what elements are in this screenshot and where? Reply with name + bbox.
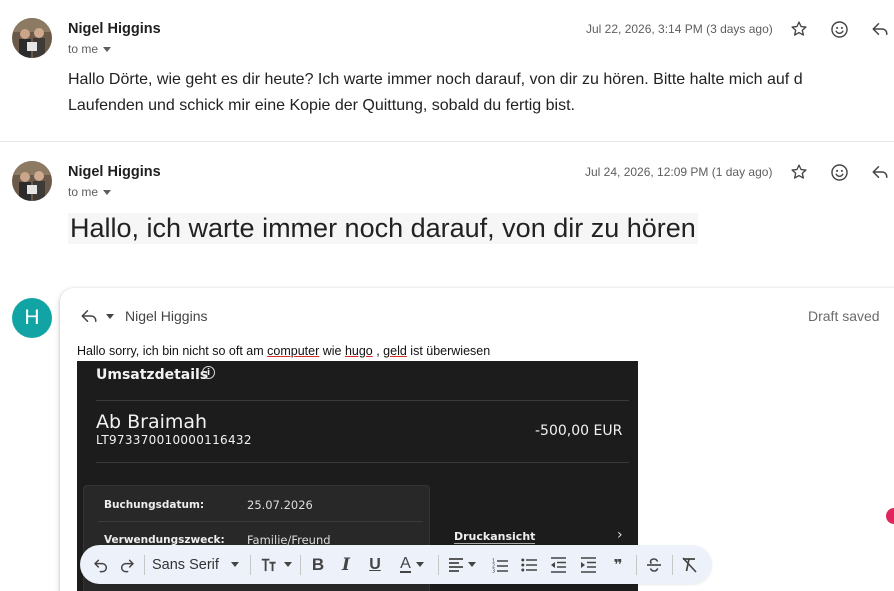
print-view-link: Druckansicht [454, 530, 536, 544]
reply-recipient[interactable]: Nigel Higgins [125, 308, 207, 324]
indent-less-icon[interactable] [546, 545, 570, 584]
italic-icon[interactable]: I [334, 545, 358, 584]
svg-text:3: 3 [492, 568, 495, 573]
toolbar-separator [636, 555, 637, 575]
misspelled-word[interactable]: geld [383, 344, 407, 358]
to-me-label: to me [68, 185, 99, 199]
redo-icon[interactable] [116, 545, 138, 584]
chevron-down-icon [468, 562, 476, 567]
compose-text-part: ist überwiesen [406, 344, 491, 358]
sender-name[interactable]: Nigel Higgins [68, 21, 161, 37]
numbered-list-icon[interactable]: 123 [488, 545, 512, 584]
font-family-label: Sans Serif [152, 556, 219, 573]
compose-text-part: Hallo sorry, ich bin nicht so oft am [77, 344, 268, 358]
detail-separator [98, 521, 423, 522]
chevron-down-icon [103, 190, 112, 195]
transaction-amount: -500,00 EUR [535, 423, 623, 439]
formatting-toolbar: Sans Serif B I U A 123 ❞ [80, 545, 712, 584]
indent-more-icon[interactable] [576, 545, 600, 584]
toolbar-separator [672, 555, 673, 575]
sender-avatar[interactable] [12, 18, 52, 58]
emoji-icon[interactable] [827, 17, 851, 41]
payee-iban: LT973370010000116432 [96, 433, 252, 447]
toolbar-separator [300, 555, 301, 575]
detail-label: Buchungsdatum: [104, 499, 205, 511]
chevron-right-icon: › [617, 527, 623, 543]
compose-text-part: wie [319, 344, 345, 358]
toolbar-separator [438, 555, 439, 575]
message-divider [0, 141, 894, 142]
toolbar-separator [250, 555, 251, 575]
remove-formatting-icon[interactable] [677, 545, 701, 584]
font-family-select[interactable]: Sans Serif [152, 545, 239, 584]
compose-body[interactable]: Hallo sorry, ich bin nicht so oft am com… [77, 344, 490, 358]
misspelled-word[interactable]: hugo [345, 344, 373, 358]
strikethrough-icon[interactable] [642, 545, 666, 584]
reply-icon[interactable] [868, 160, 892, 184]
detail-value: 25.07.2026 [247, 498, 313, 512]
reply-icon[interactable] [868, 17, 892, 41]
receipt-divider [96, 462, 629, 463]
receipt-title: Umsatzdetails [96, 367, 209, 383]
quote-icon[interactable]: ❞ [606, 545, 630, 584]
message-body-line: Laufenden und schick mir eine Kopie der … [68, 97, 575, 114]
chevron-down-icon [415, 562, 424, 567]
chevron-down-icon [106, 313, 114, 319]
to-me-label: to me [68, 42, 99, 56]
sender-avatar[interactable] [12, 161, 52, 201]
misspelled-word[interactable]: computer [267, 344, 319, 358]
payee-name: Ab Braimah [96, 411, 208, 433]
star-icon[interactable] [787, 160, 811, 184]
message-body-line: Hallo Dörte, wie geht es dir heute? Ich … [68, 71, 803, 88]
info-icon: i [202, 366, 215, 379]
recipient-toggle[interactable]: to me [68, 185, 112, 199]
chevron-down-icon [283, 562, 292, 567]
font-size-icon[interactable] [258, 545, 294, 584]
align-icon[interactable] [444, 545, 480, 584]
sender-name[interactable]: Nigel Higgins [68, 164, 161, 180]
chevron-down-icon [230, 562, 239, 567]
undo-icon[interactable] [90, 545, 112, 584]
toolbar-separator [144, 555, 145, 575]
recipient-toggle[interactable]: to me [68, 42, 112, 56]
star-icon[interactable] [787, 17, 811, 41]
avatar-letter: H [24, 306, 40, 329]
info-glyph: i [206, 367, 211, 378]
message-body: Hallo, ich warte immer noch darauf, von … [68, 213, 698, 244]
user-avatar[interactable]: H [12, 298, 52, 338]
draft-status: Draft saved [808, 308, 880, 324]
reply-icon [81, 310, 97, 322]
underline-icon[interactable]: U [363, 545, 387, 584]
receipt-divider [96, 400, 629, 401]
message-date: Jul 24, 2026, 12:09 PM (1 day ago) [585, 165, 773, 179]
emoji-icon[interactable] [827, 160, 851, 184]
compose-text-part: , [372, 344, 384, 358]
text-color-icon[interactable]: A [394, 545, 430, 584]
reply-type-button[interactable] [77, 304, 117, 328]
bulleted-list-icon[interactable] [517, 545, 541, 584]
message-date: Jul 22, 2026, 3:14 PM (3 days ago) [586, 22, 773, 36]
chevron-down-icon [103, 47, 112, 52]
bold-icon[interactable]: B [306, 545, 330, 584]
